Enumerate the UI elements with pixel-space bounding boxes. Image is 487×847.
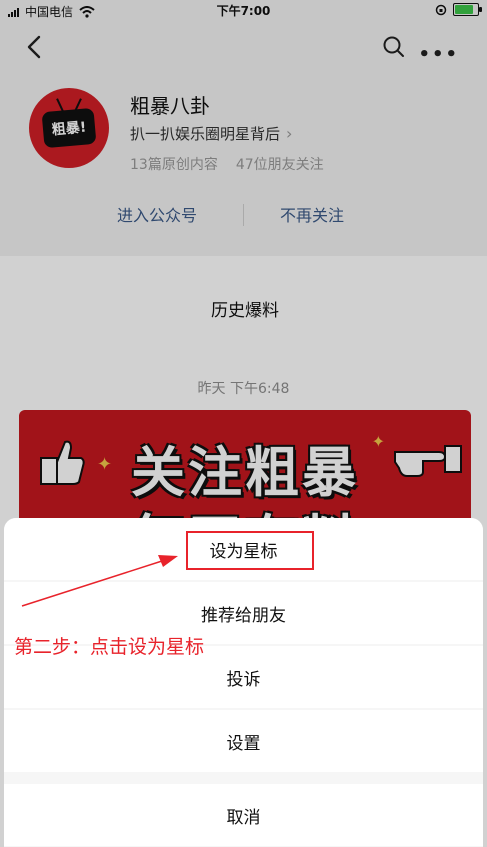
- settings-button[interactable]: 设置: [4, 710, 483, 772]
- page: 中国电信 下午7:00 ••• 粗暴! 粗暴八卦 扒一扒娱乐圈明星背后 › 13…: [0, 0, 487, 847]
- annotation-text: 第二步：点击设为星标: [14, 636, 205, 658]
- highlight-box: [186, 531, 314, 570]
- cancel-button[interactable]: 取消: [4, 784, 483, 846]
